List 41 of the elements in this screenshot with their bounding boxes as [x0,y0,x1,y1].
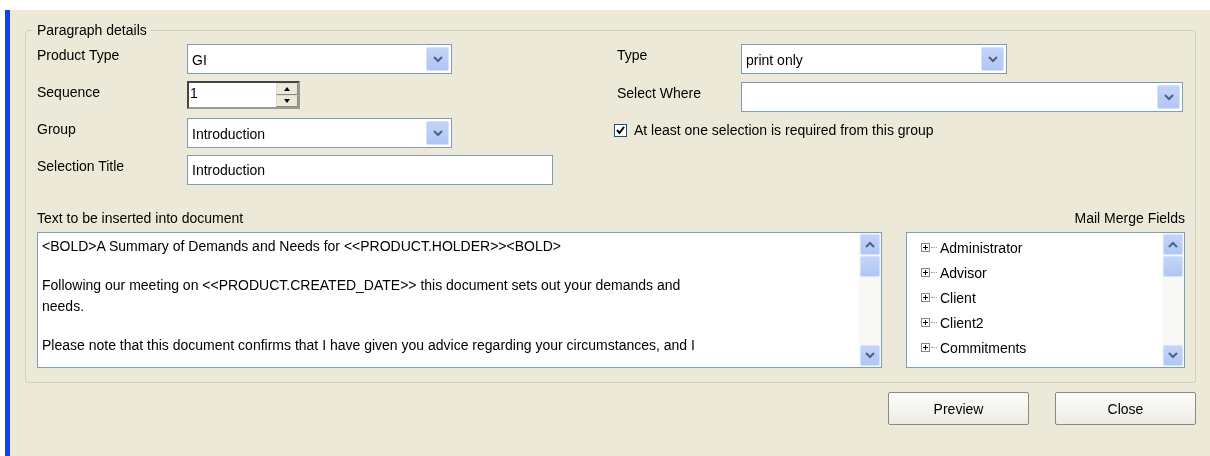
field-label: Select Where [617,84,703,103]
text-area-label: Text to be inserted into document [37,210,245,228]
spin-up-icon[interactable] [276,83,298,95]
document-text-line: Please note that this document confirms that I have given you advice regarding your circumstances, and I [42,336,696,355]
expand-icon[interactable] [921,343,930,352]
expand-icon[interactable] [921,268,930,277]
checkbox-label: At least one selection is required from this group [634,122,934,138]
preview-button[interactable]: Preview [888,392,1029,425]
scroll-up-icon[interactable] [1163,234,1183,255]
spin-down-icon[interactable] [276,95,298,107]
expand-icon[interactable] [921,243,930,252]
expand-icon[interactable] [921,318,930,327]
scroll-thumb[interactable] [1163,256,1183,277]
dropdown[interactable]: Introduction [187,118,452,148]
document-text-line: needs. [42,297,86,316]
number-spinner[interactable]: 1 [187,81,300,109]
document-text-line: <BOLD>A Summary of Demands and Needs for <<PRODUCT.HOLDER>><BOLD> [42,237,562,256]
text-field[interactable]: Introduction [187,155,553,185]
dropdown[interactable]: GI [187,44,452,74]
field-label: Group [37,120,77,139]
document-text-line: Following our meeting on <<PRODUCT.CREATED_DATE>> this document sets out your demands and [42,276,682,295]
tree-item[interactable]: Client [940,289,976,306]
tree-label: Mail Merge Fields [1074,210,1185,228]
dropdown[interactable]: print only [741,44,1007,74]
close-button[interactable]: Close [1055,392,1196,425]
field-label: Selection Title [37,157,126,176]
scroll-down-icon[interactable] [860,345,880,366]
field-label: Product Type [37,46,121,65]
tree-item[interactable]: Advisor [940,264,987,281]
tree-item[interactable]: Client2 [940,314,984,331]
scroll-down-icon[interactable] [1163,345,1183,366]
field-label: Type [617,46,649,65]
group-title: Paragraph details [36,22,148,38]
expand-icon[interactable] [921,293,930,302]
checkbox[interactable] [614,123,627,137]
scroll-thumb[interactable] [860,256,880,277]
dropdown[interactable] [741,82,1183,112]
tree-item[interactable]: Administrator [940,239,1023,256]
field-label: Sequence [37,83,102,102]
tree-item[interactable]: Commitments [940,339,1027,356]
scroll-up-icon[interactable] [860,234,880,255]
